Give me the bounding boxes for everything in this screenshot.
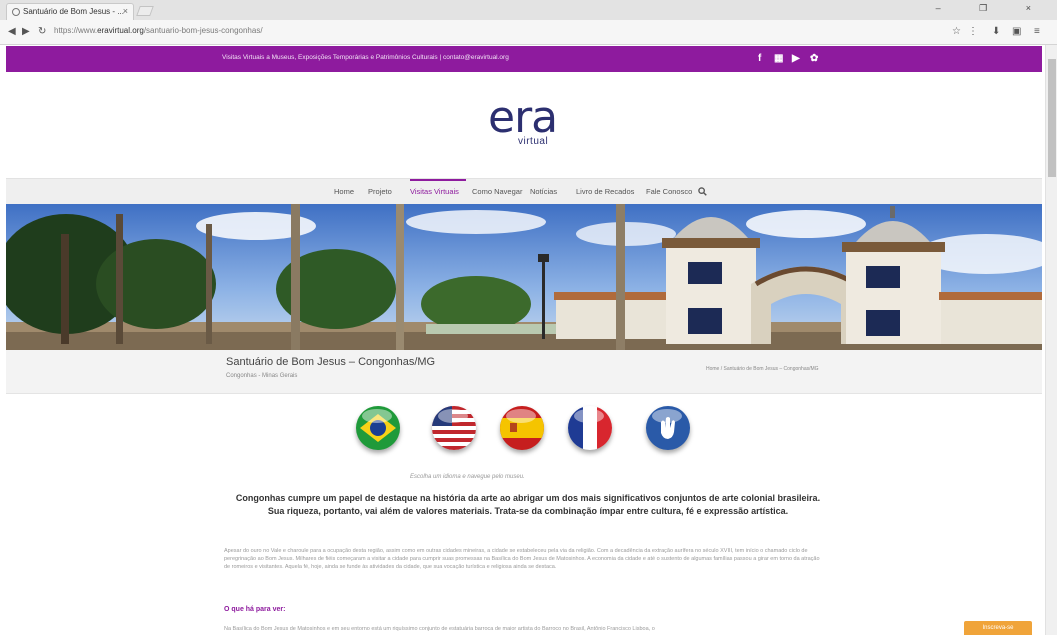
choose-language-hint: Escolha um idioma e navegue pelo museu.	[410, 474, 525, 480]
page-subtitle: Congonhas - Minas Gerais	[226, 373, 298, 379]
download-icon[interactable]: ⬇	[992, 26, 1000, 37]
url-domain: eravirtual.org	[97, 26, 144, 35]
scrollbar-thumb[interactable]	[1048, 59, 1056, 177]
menu-item-projeto[interactable]: Projeto	[368, 187, 392, 196]
tab-title: Santuário de Bom Jesus - ...	[23, 7, 124, 16]
flag-spain-button[interactable]	[500, 406, 544, 450]
sign-language-button[interactable]	[646, 406, 690, 450]
menu-active-indicator	[410, 179, 466, 181]
site-top-bar: Visitas Virtuais a Museus, Exposições Te…	[6, 46, 1042, 72]
flag-france-button[interactable]	[568, 406, 612, 450]
flag-shine	[574, 409, 604, 423]
breadcrumb[interactable]: Home / Santuário de Bom Jesus – Congonha…	[706, 366, 819, 372]
menu-item-noticias[interactable]: Notícias	[530, 187, 557, 196]
new-tab-button[interactable]	[136, 6, 154, 16]
flag-shine	[362, 409, 392, 423]
reload-icon[interactable]: ↻	[38, 26, 46, 37]
browser-tab-bar: Santuário de Bom Jesus - ... × – ❐ ×	[0, 0, 1057, 20]
tab-close-icon[interactable]: ×	[123, 6, 128, 16]
back-icon[interactable]: ◀	[8, 26, 16, 37]
page-title-bar: Santuário de Bom Jesus – Congonhas/MG Co…	[6, 350, 1042, 394]
flag-usa-button[interactable]	[432, 406, 476, 450]
url-field[interactable]: https://www.eravirtual.org/santuario-bom…	[54, 26, 263, 35]
page-favicon-icon	[12, 8, 20, 16]
section-heading: O que há para ver:	[224, 606, 286, 613]
topbar-tagline: Visitas Virtuais a Museus, Exposições Te…	[222, 54, 509, 61]
youtube-icon[interactable]: ▶	[792, 53, 800, 64]
menu-item-home[interactable]: Home	[334, 187, 354, 196]
language-selector	[356, 406, 696, 452]
site-logo[interactable]: era	[488, 96, 558, 140]
panorama-banner-image	[6, 204, 1042, 350]
flag-shine	[652, 409, 682, 423]
forward-icon[interactable]: ▶	[22, 26, 30, 37]
window-controls[interactable]: – ❐ ×	[936, 3, 1049, 14]
menu-item-livro-de-recados[interactable]: Livro de Recados	[576, 187, 634, 196]
page-title: Santuário de Bom Jesus – Congonhas/MG	[226, 356, 436, 368]
flag-shine	[506, 409, 536, 423]
subscribe-button[interactable]: Inscreva-se	[964, 621, 1032, 635]
main-menu: Home Projeto Visitas Virtuais Como Naveg…	[6, 178, 1042, 204]
address-bar: ◀ ▶ ↻ https://www.eravirtual.org/santuar…	[0, 20, 1057, 45]
more-actions-icon[interactable]: ⋮	[968, 26, 978, 37]
menu-item-como-navegar[interactable]: Como Navegar	[472, 187, 522, 196]
page-scrollbar[interactable]	[1045, 45, 1057, 635]
site-header: era virtual	[6, 72, 1042, 178]
browser-menu-icon[interactable]: ≡	[1034, 26, 1040, 37]
menu-item-visitas-virtuais[interactable]: Visitas Virtuais	[410, 187, 459, 196]
flag-shine	[438, 409, 468, 423]
flag-brazil-button[interactable]	[356, 406, 400, 450]
site-logo-subtitle: virtual	[518, 136, 549, 147]
url-prefix: https://www.	[54, 26, 98, 35]
reader-view-icon[interactable]: ▣	[1012, 26, 1021, 37]
body-paragraph-2: Na Basílica do Bom Jesus de Matosinhos e…	[224, 626, 655, 632]
body-paragraph: Apesar do ouro no Vale e charoule para a…	[224, 548, 820, 570]
browser-tab[interactable]: Santuário de Bom Jesus - ... ×	[6, 3, 134, 20]
flickr-icon[interactable]: ✿	[810, 53, 818, 64]
intro-text: Congonhas cumpre um papel de destaque na…	[235, 493, 821, 516]
url-path: /santuario-bom-jesus-congonhas/	[143, 26, 263, 35]
menu-item-fale-conosco[interactable]: Fale Conosco	[646, 187, 692, 196]
instagram-icon[interactable]: ▦	[774, 53, 783, 64]
bookmark-star-icon[interactable]: ☆	[952, 26, 961, 37]
search-icon[interactable]	[698, 187, 707, 196]
facebook-icon[interactable]: f	[758, 53, 761, 64]
